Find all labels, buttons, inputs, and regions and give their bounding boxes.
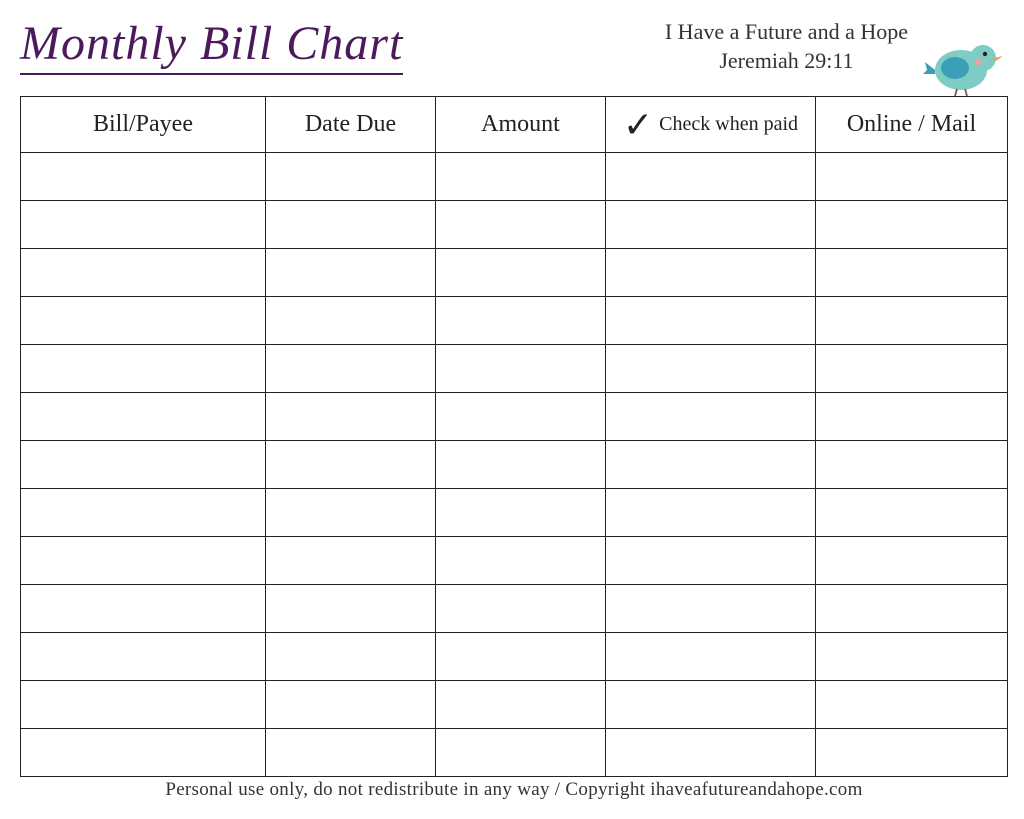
table-cell [266, 729, 436, 777]
quote-line-2: Jeremiah 29:11 [665, 47, 908, 76]
table-cell [606, 633, 816, 681]
table-cell [436, 249, 606, 297]
table-cell [816, 585, 1008, 633]
table-row [21, 537, 1008, 585]
table-cell [606, 249, 816, 297]
table-cell [816, 153, 1008, 201]
table-cell [266, 633, 436, 681]
table-row [21, 729, 1008, 777]
header-quote: I Have a Future and a Hope Jeremiah 29:1… [665, 18, 908, 75]
table-row [21, 489, 1008, 537]
table-cell [21, 729, 266, 777]
table-cell [606, 585, 816, 633]
table-cell [266, 441, 436, 489]
quote-line-1: I Have a Future and a Hope [665, 18, 908, 47]
table-cell [436, 393, 606, 441]
table-cell [266, 489, 436, 537]
table-cell [816, 393, 1008, 441]
table-cell [606, 297, 816, 345]
table-cell [21, 681, 266, 729]
table-cell [606, 729, 816, 777]
table-header-row: Bill/Payee Date Due Amount ✓ Check when … [21, 97, 1008, 153]
column-header-date-due: Date Due [266, 97, 436, 153]
table-cell [436, 537, 606, 585]
table-cell [436, 729, 606, 777]
header: Monthly Bill Chart I Have a Future and a… [20, 18, 1008, 88]
table-cell [266, 681, 436, 729]
table-cell [816, 249, 1008, 297]
table-cell [436, 585, 606, 633]
table-cell [21, 393, 266, 441]
table-cell [436, 441, 606, 489]
table-cell [436, 633, 606, 681]
column-header-check: ✓ Check when paid [606, 97, 816, 153]
table-cell [266, 585, 436, 633]
table-row [21, 633, 1008, 681]
table-row [21, 201, 1008, 249]
table-cell [21, 201, 266, 249]
table-cell [816, 537, 1008, 585]
table-cell [816, 681, 1008, 729]
column-header-amount: Amount [436, 97, 606, 153]
table-cell [606, 537, 816, 585]
table-row [21, 345, 1008, 393]
table-row [21, 297, 1008, 345]
check-header-text: Check when paid [659, 114, 798, 135]
table-cell [436, 681, 606, 729]
table-cell [21, 345, 266, 393]
table-cell [436, 345, 606, 393]
table-cell [21, 249, 266, 297]
table-row [21, 393, 1008, 441]
table-cell [606, 441, 816, 489]
table-cell [266, 345, 436, 393]
table-row [21, 153, 1008, 201]
table-cell [21, 537, 266, 585]
table-cell [816, 441, 1008, 489]
table-cell [606, 681, 816, 729]
table-cell [606, 489, 816, 537]
table-cell [606, 393, 816, 441]
table-cell [266, 201, 436, 249]
table-cell [266, 393, 436, 441]
table-cell [266, 249, 436, 297]
table-cell [606, 345, 816, 393]
table-cell [21, 441, 266, 489]
table-cell [266, 153, 436, 201]
table-cell [436, 297, 606, 345]
table-row [21, 441, 1008, 489]
table-cell [21, 633, 266, 681]
table-cell [436, 153, 606, 201]
table-cell [436, 201, 606, 249]
table-cell [606, 201, 816, 249]
table-cell [816, 489, 1008, 537]
page-title: Monthly Bill Chart [20, 18, 403, 75]
table-cell [21, 489, 266, 537]
table-cell [21, 297, 266, 345]
table-cell [436, 489, 606, 537]
table-cell [816, 297, 1008, 345]
table-cell [816, 201, 1008, 249]
table-cell [816, 729, 1008, 777]
table-cell [816, 633, 1008, 681]
table-row [21, 249, 1008, 297]
table-row [21, 585, 1008, 633]
table-cell [21, 153, 266, 201]
table-cell [606, 153, 816, 201]
table-cell [266, 537, 436, 585]
checkmark-icon: ✓ [623, 107, 653, 143]
table-cell [816, 345, 1008, 393]
footer-text: Personal use only, do not redistribute i… [20, 779, 1008, 801]
table-row [21, 681, 1008, 729]
table-cell [266, 297, 436, 345]
bill-table: Bill/Payee Date Due Amount ✓ Check when … [20, 96, 1008, 777]
table-cell [21, 585, 266, 633]
column-header-online-mail: Online / Mail [816, 97, 1008, 153]
column-header-payee: Bill/Payee [21, 97, 266, 153]
bird-icon [923, 36, 1008, 96]
